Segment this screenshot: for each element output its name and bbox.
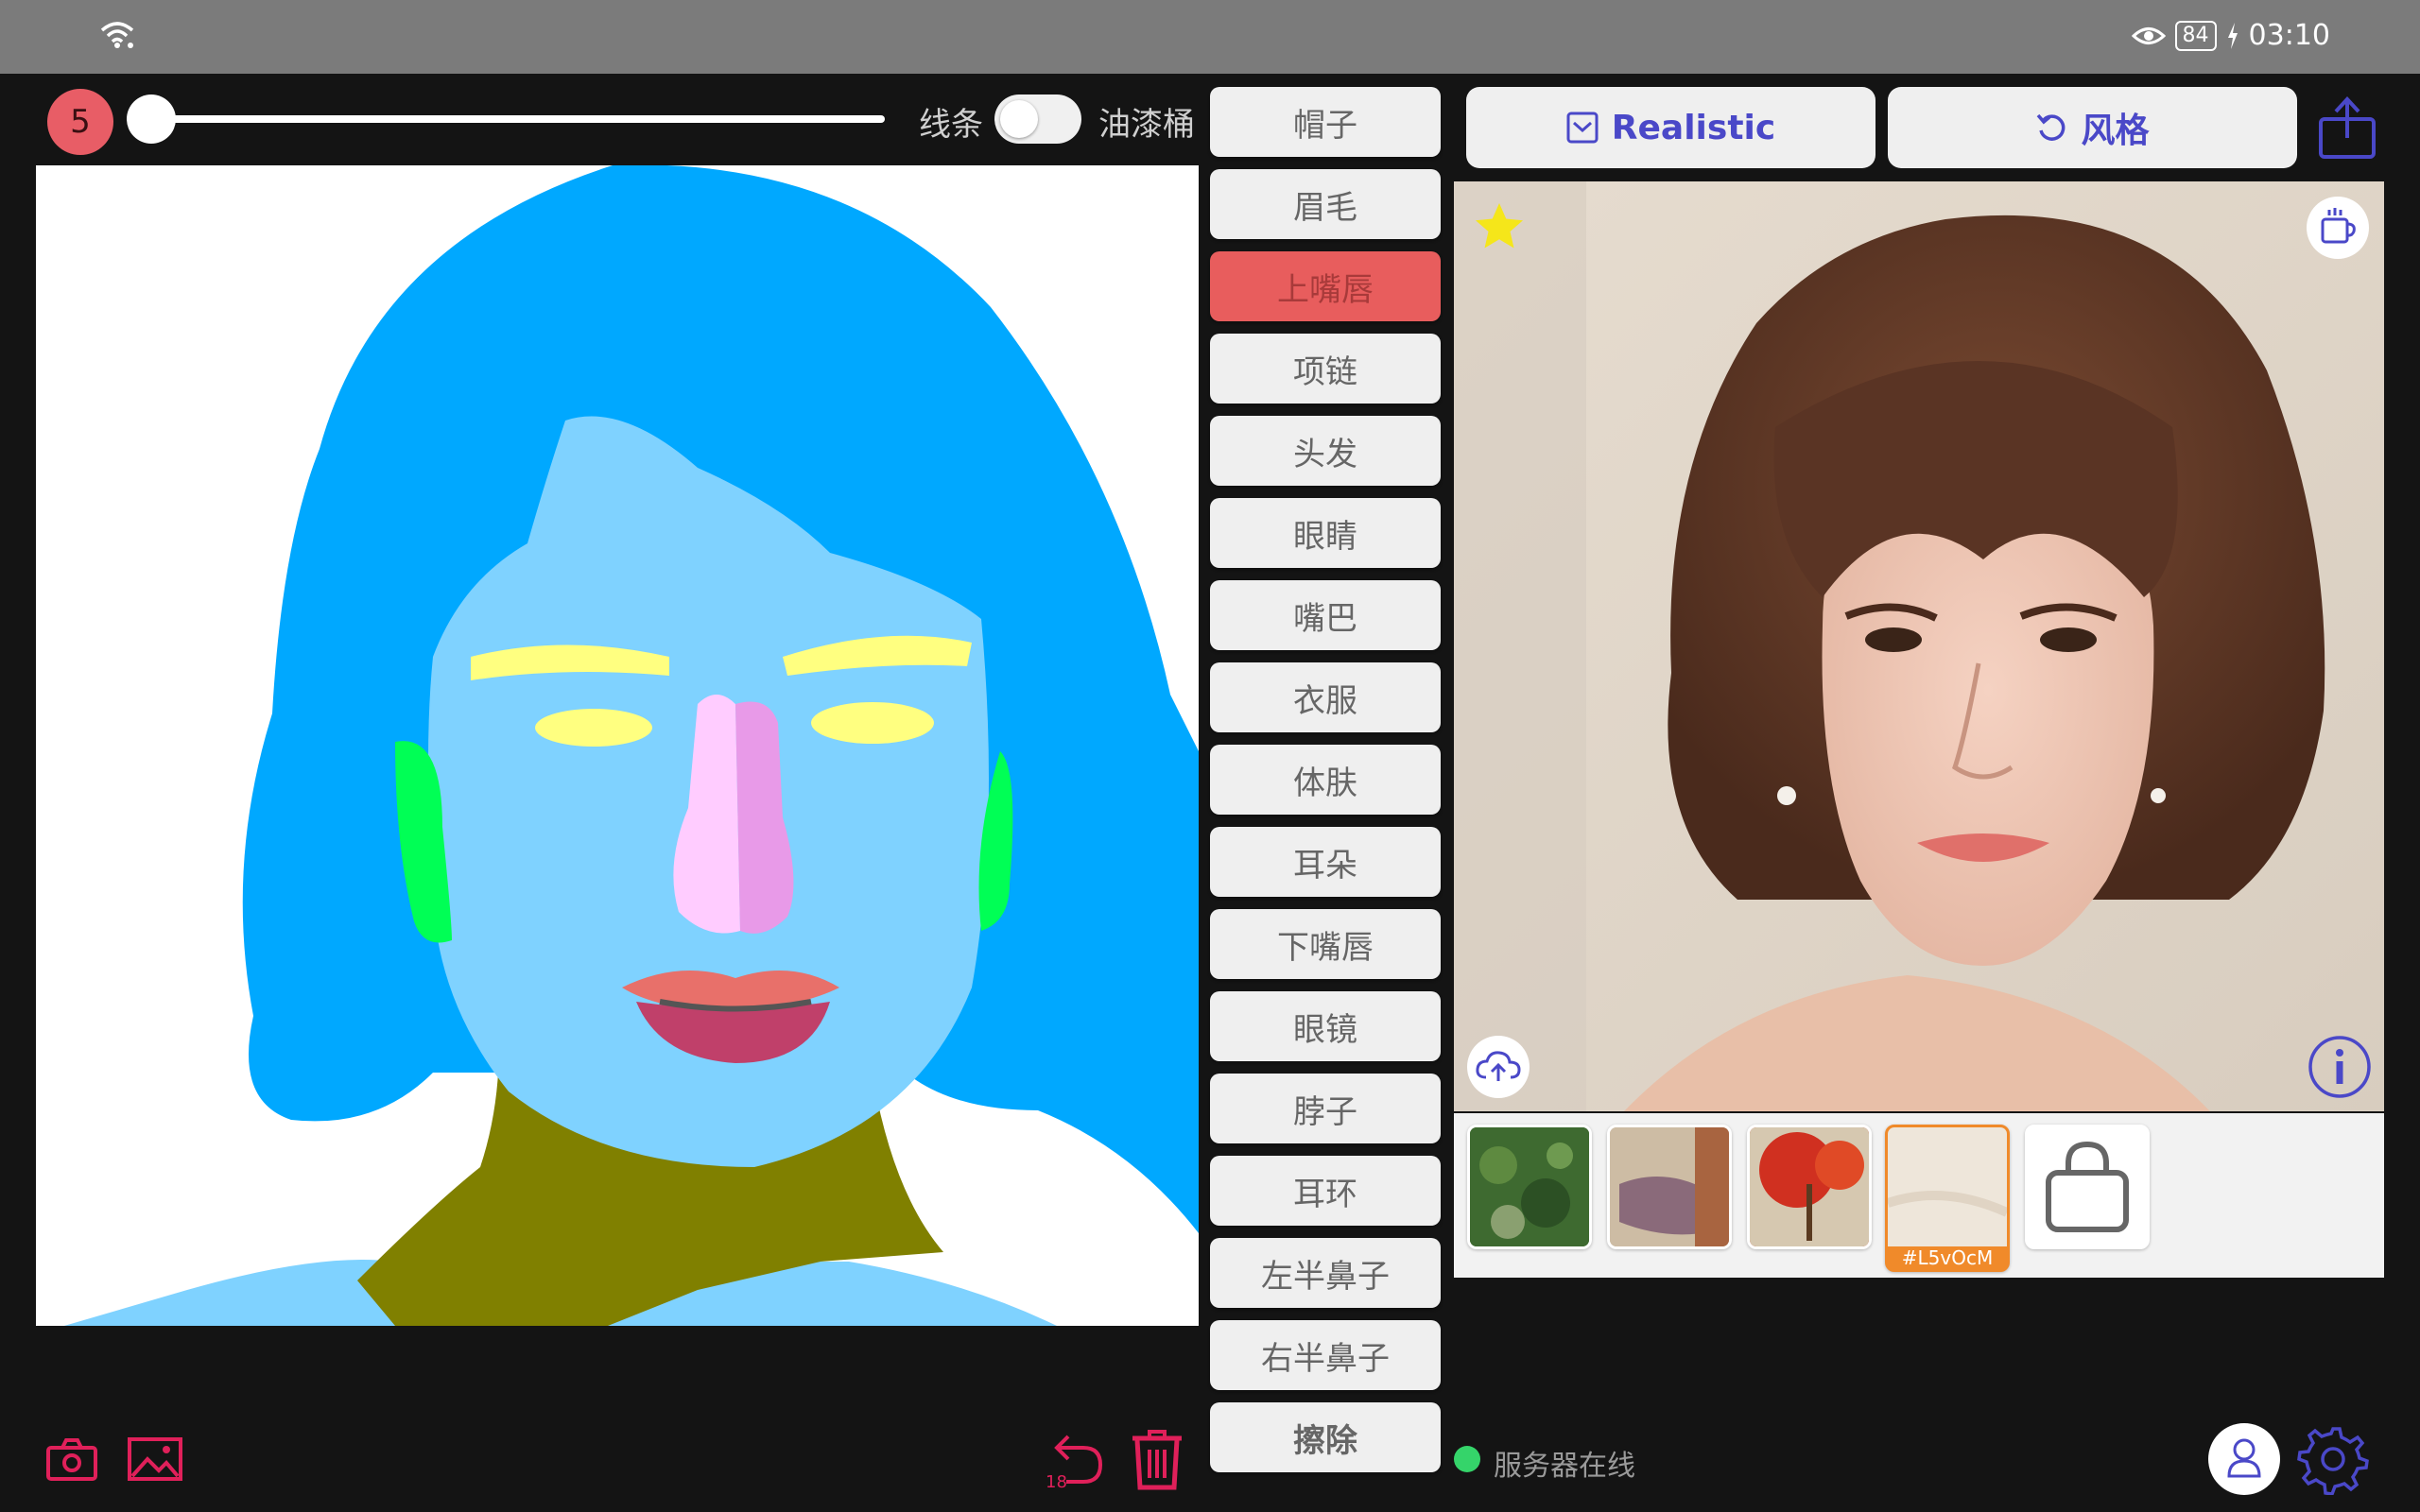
profile-button[interactable] <box>2208 1423 2280 1495</box>
bag-icon <box>2046 1141 2129 1232</box>
segment-button[interactable]: 上嘴唇 <box>1210 251 1441 321</box>
share-icon[interactable] <box>2318 94 2377 161</box>
charging-icon <box>2227 22 2238 49</box>
segment-button[interactable]: 头发 <box>1210 416 1441 486</box>
thumbnail-image <box>1610 1127 1729 1246</box>
segment-button[interactable]: 耳环 <box>1210 1156 1441 1226</box>
image-icon[interactable] <box>127 1436 183 1482</box>
generated-photo <box>1454 181 2384 1111</box>
style-thumbnail[interactable] <box>1607 1125 1732 1249</box>
segment-button[interactable]: 眼睛 <box>1210 498 1441 568</box>
camera-icon[interactable] <box>45 1436 98 1482</box>
coffee-icon <box>2321 208 2356 244</box>
style-label: 风格 <box>2081 112 2150 150</box>
segment-button[interactable]: 衣服 <box>1210 662 1441 732</box>
user-icon <box>2227 1438 2261 1478</box>
cloud-upload-icon <box>1476 1051 1521 1081</box>
left-eye-region <box>535 709 652 747</box>
trash-icon[interactable] <box>1129 1427 1185 1491</box>
upload-button[interactable] <box>1467 1036 1530 1098</box>
segmentation-drawing[interactable] <box>36 165 1199 1326</box>
store-button[interactable] <box>2025 1125 2150 1249</box>
selected-style-code: #L5vOcM <box>1901 1246 1994 1269</box>
segment-button[interactable]: 眉毛 <box>1210 169 1441 239</box>
segment-button[interactable]: 眼镜 <box>1210 991 1441 1061</box>
clock: 03:10 <box>2248 19 2330 52</box>
segment-button[interactable]: 右半鼻子 <box>1210 1320 1441 1390</box>
status-bar: 84 03:10 <box>0 0 2420 74</box>
style-thumbnail-strip: #L5vOcM <box>1454 1113 2384 1278</box>
style-thumbnail[interactable] <box>1747 1125 1872 1249</box>
star-icon[interactable] <box>1471 198 1528 255</box>
bucket-mode-label: 油漆桶 <box>1098 106 1195 144</box>
segment-button[interactable]: 嘴巴 <box>1210 580 1441 650</box>
thumbnail-image <box>1750 1127 1869 1246</box>
server-status-text: 服务器在线 <box>1494 1450 1635 1483</box>
segment-button[interactable]: 帽子 <box>1210 87 1441 157</box>
brush-size-badge[interactable]: 5 <box>47 89 113 155</box>
line-mode-label: 线条 <box>919 106 983 144</box>
wifi-icon <box>100 22 134 48</box>
segment-button[interactable]: 下嘴唇 <box>1210 909 1441 979</box>
toggle-knob[interactable] <box>1000 100 1038 138</box>
eye-icon <box>2131 26 2166 44</box>
segment-button[interactable]: 体肤 <box>1210 745 1441 815</box>
checkbox-icon <box>1566 112 1599 144</box>
info-icon[interactable] <box>2307 1034 2373 1100</box>
server-status-dot <box>1454 1446 1480 1472</box>
drawing-canvas[interactable] <box>36 165 1199 1326</box>
style-thumbnail-selected[interactable]: #L5vOcM <box>1885 1125 2010 1272</box>
thumbnail-image <box>1470 1127 1589 1246</box>
segment-button[interactable]: 耳朵 <box>1210 827 1441 897</box>
brush-size-slider-thumb[interactable] <box>127 94 176 144</box>
fill-mode-toggle[interactable] <box>994 94 1081 144</box>
coffee-button[interactable] <box>2307 197 2369 259</box>
segment-button[interactable]: 脖子 <box>1210 1074 1441 1143</box>
undo-count: 18 <box>1046 1472 1067 1492</box>
realistic-label: Realistic <box>1611 108 1776 147</box>
gear-icon[interactable] <box>2297 1423 2369 1495</box>
segment-button[interactable]: 擦除 <box>1210 1402 1441 1472</box>
undo-style-icon <box>2037 113 2066 141</box>
segment-button[interactable]: 项链 <box>1210 334 1441 404</box>
thumbnail-image <box>1888 1127 2007 1246</box>
battery-icon: 84 <box>2174 20 2217 51</box>
style-thumbnail[interactable] <box>1467 1125 1592 1249</box>
style-button[interactable]: 风格 <box>1888 87 2297 168</box>
right-eye-region <box>811 702 934 744</box>
realistic-button[interactable]: Realistic <box>1466 87 1876 168</box>
segment-button[interactable]: 左半鼻子 <box>1210 1238 1441 1308</box>
brush-size-slider-track[interactable] <box>151 115 885 123</box>
portrait-image <box>1454 181 2384 1111</box>
